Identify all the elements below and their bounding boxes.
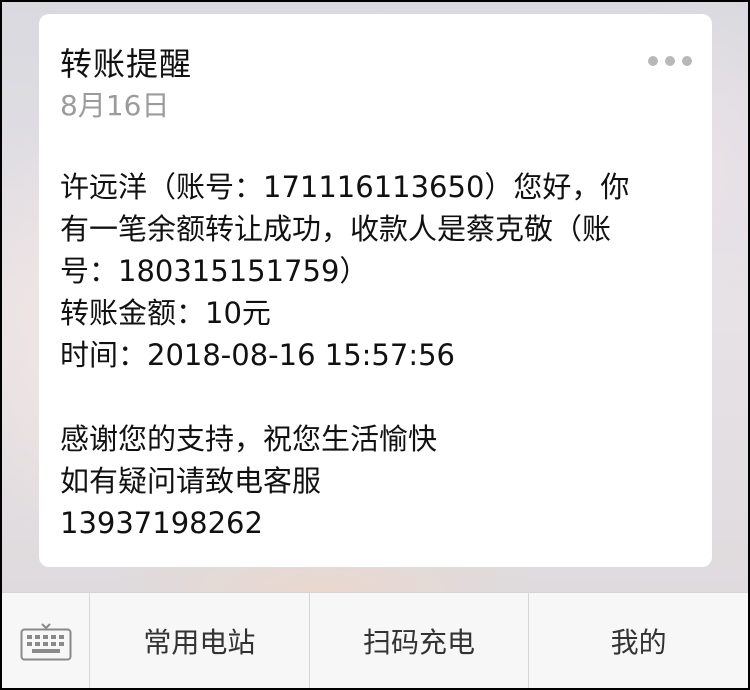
more-dots-icon[interactable]: [648, 54, 692, 68]
menu-item-scan-charge[interactable]: 扫码充电: [310, 593, 530, 688]
message-body: 许远洋（账号：171116113650）您好，你 有一笔余额转让成功，收款人是蔡…: [60, 166, 690, 544]
message-card: 转账提醒 8月16日 许远洋（账号：171116113650）您好，你 有一笔余…: [39, 14, 712, 567]
message-line: 有一笔余额转让成功，收款人是蔡克敬（账: [60, 212, 612, 246]
message-line: 号：180315151759）: [60, 254, 369, 288]
phone-screen: 转账提醒 8月16日 许远洋（账号：171116113650）您好，你 有一笔余…: [2, 2, 748, 688]
bottom-menu-bar: 常用电站 扫码充电 我的: [2, 592, 748, 688]
message-date: 8月16日: [60, 89, 170, 122]
message-line: 13937198262: [60, 506, 263, 540]
message-line: 转账金额：10元: [60, 296, 271, 330]
message-line: 时间：2018-08-16 15:57:56: [60, 338, 455, 372]
message-line: 感谢您的支持，祝您生活愉快: [60, 422, 438, 456]
message-line: 许远洋（账号：171116113650）您好，你: [60, 170, 630, 204]
keyboard-icon: [20, 623, 71, 661]
message-title: 转账提醒: [60, 45, 193, 83]
menu-item-mine[interactable]: 我的: [529, 593, 748, 688]
keyboard-toggle-button[interactable]: [2, 593, 90, 688]
message-line: 如有疑问请致电客服: [60, 464, 322, 498]
menu-item-common-stations[interactable]: 常用电站: [90, 593, 310, 688]
